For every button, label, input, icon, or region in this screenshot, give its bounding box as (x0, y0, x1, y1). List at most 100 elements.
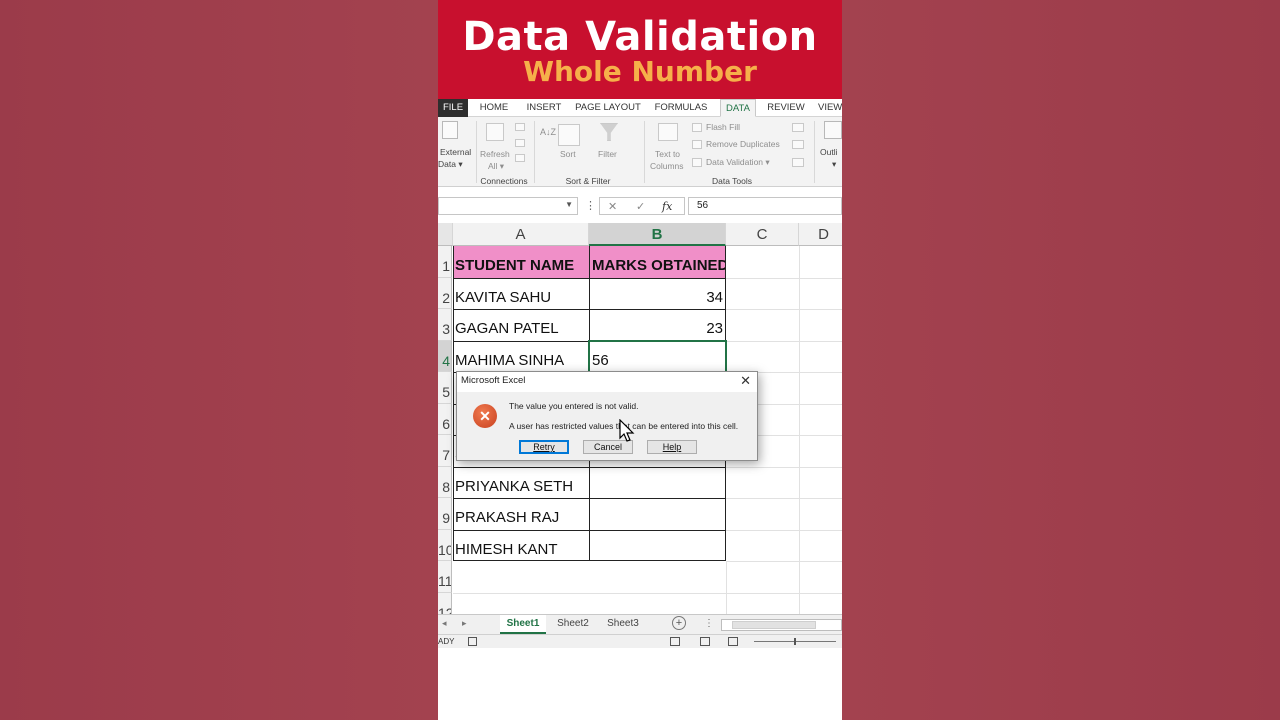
formula-input[interactable]: 56 (688, 197, 842, 215)
formula-bar-dots: ⋮ (585, 200, 596, 212)
external-data-button[interactable]: External (440, 147, 471, 158)
gridline (453, 593, 842, 594)
normal-view-icon[interactable] (670, 637, 680, 646)
sort-az-icon[interactable]: A↓Z (540, 127, 556, 138)
table-border (453, 278, 726, 279)
ribbon-separator (476, 121, 477, 183)
sheet-tab-1[interactable]: Sheet1 (500, 615, 546, 634)
ribbon-tabs: FILE HOME INSERT PAGE LAYOUT FORMULAS DA… (438, 99, 842, 117)
help-button[interactable]: Help (647, 440, 697, 454)
tab-file[interactable]: FILE (438, 99, 468, 117)
header-student-name[interactable]: STUDENT NAME (453, 246, 589, 278)
row-header[interactable]: 6 (438, 404, 452, 435)
status-bar: ADY (438, 634, 842, 648)
sheet-tab-2[interactable]: Sheet2 (550, 615, 596, 634)
header-marks-obtained[interactable]: MARKS OBTAINED (589, 246, 726, 278)
tab-page-layout[interactable]: PAGE LAYOUT (574, 99, 642, 117)
title-banner: Data Validation Whole Number (438, 0, 842, 99)
cell-student-name[interactable]: MAHIMA SINHA (453, 341, 589, 372)
refresh-all-dropdown[interactable]: All ▾ (488, 161, 504, 172)
cell-student-name[interactable]: KAVITA SAHU (453, 278, 589, 309)
text-to-columns-button[interactable]: Text to (655, 149, 680, 160)
row-header[interactable]: 4 (438, 341, 452, 372)
cell-student-name[interactable]: HIMESH KANT (453, 530, 589, 561)
add-sheet-icon[interactable]: + (672, 616, 686, 630)
external-data-icon (442, 121, 458, 139)
ribbon-separator (534, 121, 535, 183)
sheet-tab-bar: ◂ ▸ Sheet1 Sheet2 Sheet3 + ⋮ (438, 614, 842, 634)
filter-button[interactable]: Filter (598, 149, 617, 160)
outline-dropdown[interactable]: ▾ (832, 159, 836, 170)
row-header[interactable]: 1 (438, 246, 452, 278)
remove-duplicates-icon (692, 140, 702, 149)
row-header[interactable]: 5 (438, 372, 452, 404)
row-header[interactable]: 10 (438, 530, 452, 561)
cell-student-name[interactable]: GAGAN PATEL (453, 309, 589, 341)
table-border (453, 467, 726, 468)
column-header-a[interactable]: A (453, 223, 589, 246)
select-all-corner[interactable] (438, 223, 453, 246)
row-header[interactable]: 11 (438, 561, 452, 593)
page-break-view-icon[interactable] (728, 637, 738, 646)
confirm-entry-icon[interactable]: ✓ (636, 200, 645, 213)
name-box[interactable]: ▼ (438, 197, 578, 215)
help-button-label: Help (662, 442, 682, 452)
row-header[interactable]: 7 (438, 435, 452, 467)
remove-duplicates-button[interactable]: Remove Duplicates (706, 139, 780, 150)
scroll-left-icon[interactable]: ◂ (442, 618, 447, 629)
more-options-icon[interactable]: ⋮ (704, 618, 714, 629)
connections-group-label: Connections (480, 176, 528, 186)
table-border (453, 560, 726, 561)
retry-button[interactable]: Retry (519, 440, 569, 454)
cell-student-name[interactable]: PRIYANKA SETH (453, 467, 589, 498)
gridline (726, 278, 842, 279)
column-header-d[interactable]: D (799, 223, 842, 246)
row-header[interactable]: 3 (438, 309, 452, 341)
column-header-c[interactable]: C (726, 223, 799, 246)
scrollbar-thumb[interactable] (732, 621, 816, 629)
zoom-slider-thumb[interactable] (794, 638, 796, 645)
outline-button[interactable]: Outli (820, 147, 837, 158)
insert-function-icon[interactable]: fx (662, 200, 672, 213)
cell-marks[interactable]: 34 (589, 278, 726, 309)
refresh-all-button[interactable]: Refresh (480, 149, 510, 160)
active-cell-outline (588, 340, 727, 373)
horizontal-scrollbar[interactable] (721, 619, 842, 631)
tab-review[interactable]: REVIEW (764, 99, 808, 117)
macro-record-icon[interactable] (468, 637, 477, 646)
sheet-tab-3[interactable]: Sheet3 (600, 615, 646, 634)
tab-data[interactable]: DATA (720, 99, 756, 117)
ribbon-separator (644, 121, 645, 183)
column-header-b[interactable]: B (589, 223, 726, 246)
sort-filter-group-label: Sort & Filter (565, 176, 611, 186)
row-header[interactable]: 9 (438, 498, 452, 530)
sort-button[interactable]: Sort (560, 149, 576, 160)
data-validation-button[interactable]: Data Validation ▾ (706, 157, 770, 168)
row-header[interactable]: 2 (438, 278, 452, 309)
gridline (726, 498, 842, 499)
row-header[interactable]: 8 (438, 467, 452, 498)
banner-subtitle: Whole Number (523, 55, 757, 88)
background-left (0, 0, 438, 720)
gridline (726, 561, 842, 562)
flash-fill-button[interactable]: Flash Fill (706, 122, 740, 133)
table-border (453, 498, 726, 499)
tab-home[interactable]: HOME (474, 99, 514, 117)
text-to-columns-label2[interactable]: Columns (650, 161, 684, 172)
what-if-icon[interactable] (792, 140, 804, 149)
external-data-dropdown[interactable]: Data ▾ (438, 159, 463, 170)
cell-student-name[interactable]: PRAKASH RAJ (453, 498, 589, 530)
relationships-icon[interactable] (792, 158, 804, 167)
tab-insert[interactable]: INSERT (522, 99, 566, 117)
cancel-entry-icon[interactable]: ✕ (608, 200, 617, 213)
tab-formulas[interactable]: FORMULAS (650, 99, 712, 117)
close-icon[interactable]: ✕ (740, 373, 751, 389)
chevron-down-icon[interactable]: ▼ (565, 200, 573, 209)
tab-view[interactable]: VIEW (818, 99, 842, 117)
row-header[interactable]: 12 (438, 593, 452, 615)
cell-marks[interactable]: 23 (589, 309, 726, 341)
scroll-right-icon[interactable]: ▸ (462, 618, 467, 629)
gridline (726, 341, 842, 342)
consolidate-icon[interactable] (792, 123, 804, 132)
page-layout-view-icon[interactable] (700, 637, 710, 646)
